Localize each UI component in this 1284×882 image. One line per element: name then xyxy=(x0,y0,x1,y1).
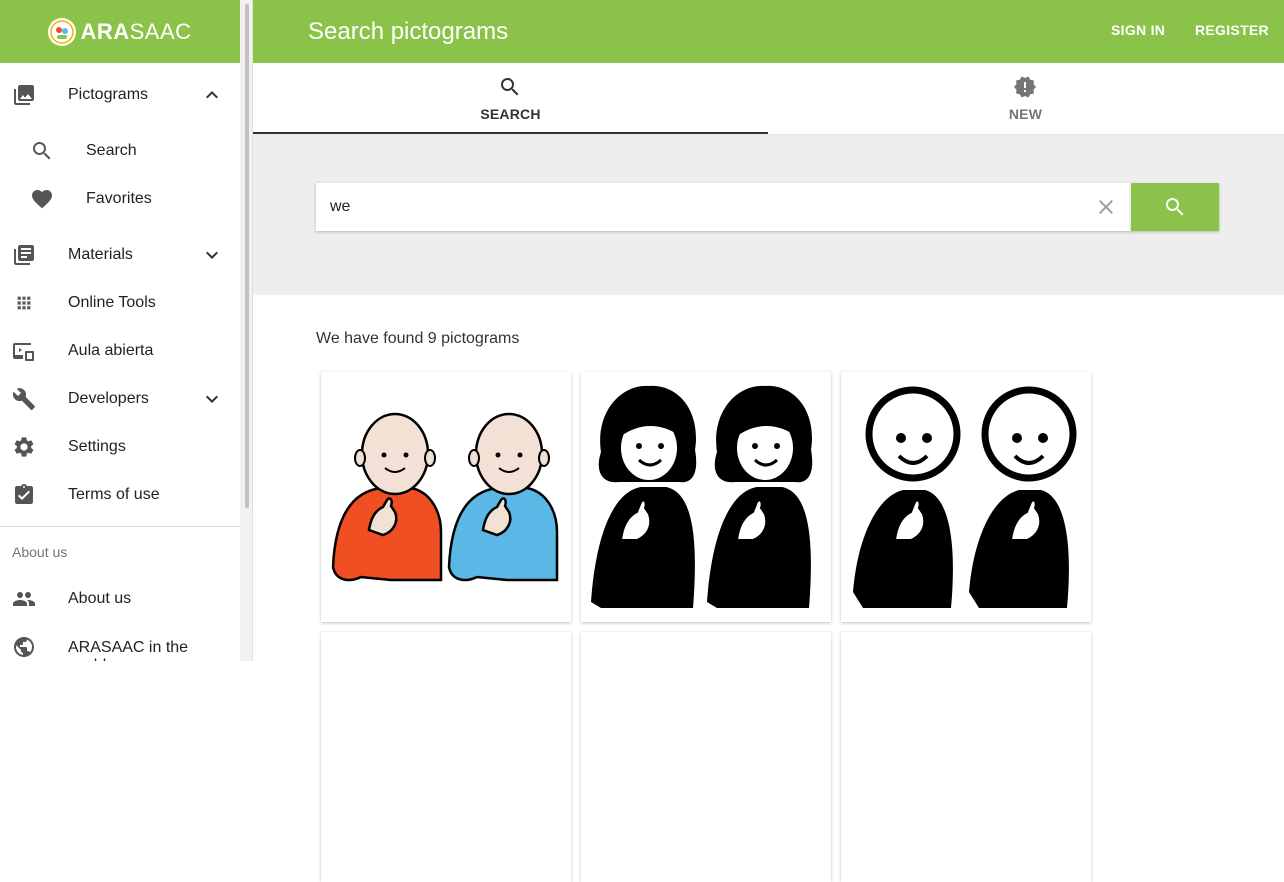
apps-grid-icon xyxy=(17,296,31,310)
chevron-down-icon[interactable] xyxy=(200,387,224,411)
globe-icon xyxy=(14,637,34,657)
sidebar: ARASAAC Pictograms Search Favorites Mate… xyxy=(0,0,240,661)
sidebar-item-settings[interactable]: Settings xyxy=(0,423,240,471)
logo[interactable]: ARASAAC xyxy=(0,0,240,63)
pictogram-card[interactable] xyxy=(581,632,831,882)
image-library-icon xyxy=(14,85,34,105)
search-box xyxy=(316,183,1131,231)
library-books-icon xyxy=(14,245,34,265)
sidebar-item-label: Terms of use xyxy=(68,486,160,503)
chevron-down-icon[interactable] xyxy=(200,243,224,267)
sidebar-item-search[interactable]: Search xyxy=(0,127,240,175)
assignment-check-icon xyxy=(15,484,33,504)
sidebar-item-aula-abierta[interactable]: Aula abierta xyxy=(0,327,240,375)
logo-text: ARASAAC xyxy=(80,18,192,44)
sidebar-item-developers[interactable]: Developers xyxy=(0,375,240,423)
new-badge-icon xyxy=(1014,76,1036,98)
search-input[interactable] xyxy=(330,183,1070,231)
sidebar-item-label: Favorites xyxy=(86,190,152,207)
pictogram-we-color-image xyxy=(331,412,559,582)
sidebar-item-about-us[interactable]: About us xyxy=(0,575,240,623)
logo-mark-icon xyxy=(48,17,77,46)
wrench-icon xyxy=(12,388,35,410)
sidebar-item-label: ARASAAC in the world xyxy=(68,639,189,661)
pictogram-card-we-color[interactable] xyxy=(321,372,571,622)
sidebar-item-label: Pictograms xyxy=(68,86,149,103)
sidebar-item-label: Materials xyxy=(68,246,133,263)
sidebar-item-terms-of-use[interactable]: Terms of use xyxy=(0,471,240,519)
sidebar-item-materials[interactable]: Materials xyxy=(0,231,240,279)
search-button[interactable] xyxy=(1131,183,1219,231)
people-icon xyxy=(13,592,35,606)
gear-icon xyxy=(14,437,34,457)
sidebar-item-label: Developers xyxy=(68,390,149,407)
sidebar-scrollbar[interactable] xyxy=(240,0,253,661)
pictogram-we-simple-bw-image xyxy=(853,386,1077,608)
pictogram-card[interactable] xyxy=(321,632,571,882)
search-icon xyxy=(1166,198,1184,216)
sidebar-item-arasaac-world[interactable]: ARASAAC in the world xyxy=(0,623,240,661)
sidebar-item-label: Settings xyxy=(68,438,126,455)
sidebar-item-label: Online Tools xyxy=(68,294,156,311)
sidebar-item-favorites[interactable]: Favorites xyxy=(0,175,240,223)
pictogram-we-women-bw-image xyxy=(591,385,813,608)
register-button[interactable]: REGISTER xyxy=(1195,22,1269,38)
pictogram-card-we-simple-bw[interactable] xyxy=(841,372,1091,622)
app-header: Search pictograms SIGN IN REGISTER xyxy=(253,0,1284,63)
search-icon xyxy=(501,78,519,96)
tab-bar: SEARCH NEW xyxy=(253,63,1284,135)
chevron-up-icon[interactable] xyxy=(200,83,224,107)
sign-in-button[interactable]: SIGN IN xyxy=(1111,22,1165,38)
section-header-about: About us xyxy=(12,544,68,560)
sidebar-item-label: Aula abierta xyxy=(68,342,154,359)
pictogram-card[interactable] xyxy=(841,632,1091,882)
sidebar-divider xyxy=(0,526,240,527)
tab-new[interactable]: NEW xyxy=(768,63,1283,135)
tab-label: NEW xyxy=(1008,106,1043,122)
scrollbar-thumb[interactable] xyxy=(245,4,249,508)
sidebar-item-label: Search xyxy=(86,142,137,159)
page-title: Search pictograms xyxy=(308,18,509,45)
tab-search[interactable]: SEARCH xyxy=(253,63,768,135)
pictogram-card-we-women-bw[interactable] xyxy=(581,372,831,622)
tab-label: SEARCH xyxy=(480,106,541,122)
sidebar-item-pictograms[interactable]: Pictograms xyxy=(0,71,240,119)
active-tab-indicator xyxy=(253,132,768,134)
sidebar-item-online-tools[interactable]: Online Tools xyxy=(0,279,240,327)
results-summary: We have found 9 pictograms xyxy=(316,330,520,347)
search-area xyxy=(253,135,1284,295)
search-icon xyxy=(33,142,51,160)
sidebar-item-label: About us xyxy=(68,590,132,607)
heart-icon xyxy=(32,190,52,209)
close-icon[interactable] xyxy=(1094,195,1118,219)
devices-icon xyxy=(13,343,34,361)
